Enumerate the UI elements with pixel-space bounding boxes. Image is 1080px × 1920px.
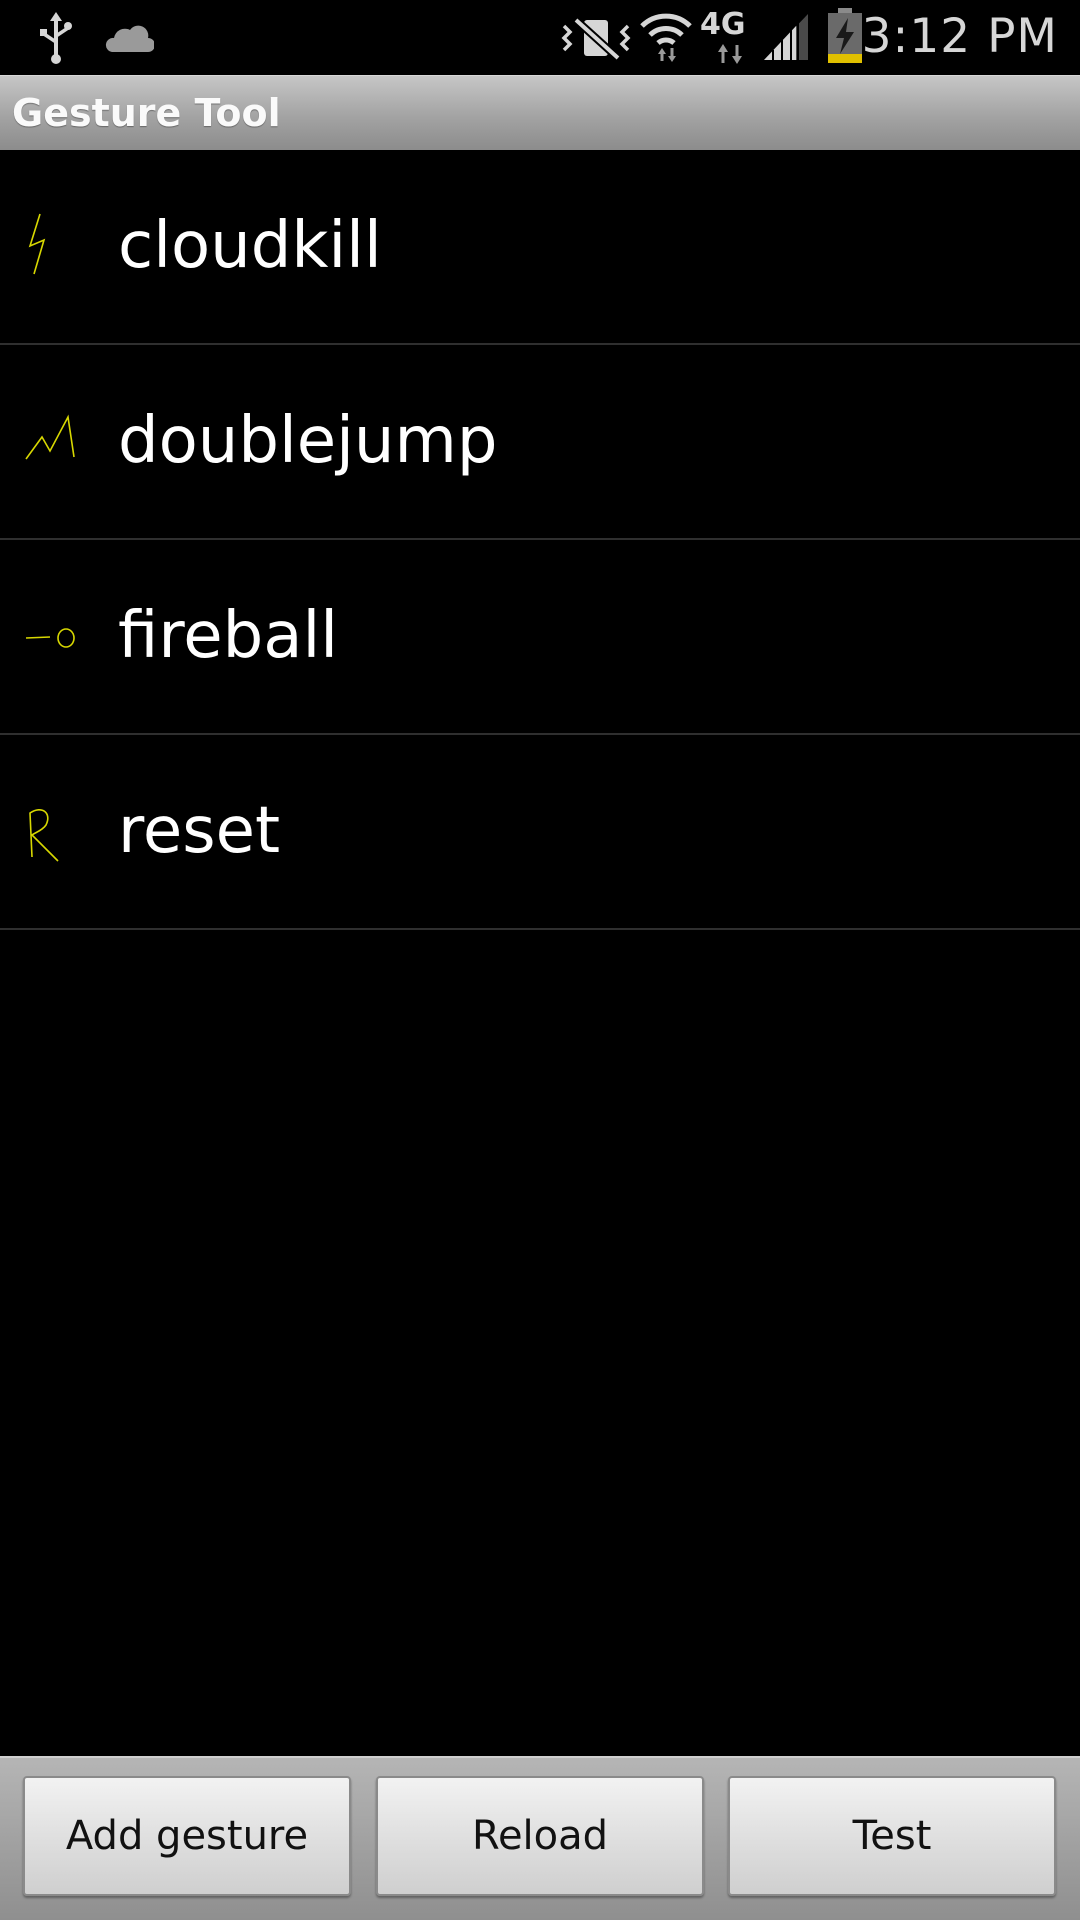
screen: 4G 3:12 PM Gesture Tool cloudkill double… [0, 0, 1080, 1920]
r-letter-gesture-icon [29, 809, 59, 862]
lightning-gesture-icon [28, 213, 46, 275]
test-button[interactable]: Test [728, 1776, 1056, 1896]
network-type-label: 4G [700, 7, 746, 42]
vibrate-mute-icon [561, 17, 631, 61]
bottom-button-bar: Add gesture Reload Test [0, 1756, 1080, 1920]
status-time: 3:12 PM [861, 9, 1058, 64]
dash-circle-gesture-icon [25, 628, 75, 648]
signal-icon [764, 14, 808, 60]
gesture-list: cloudkill doublejump fireball reset [0, 150, 1080, 930]
gesture-row-fireball[interactable]: fireball [0, 540, 1080, 735]
add-gesture-button[interactable]: Add gesture [23, 1776, 351, 1896]
reload-button[interactable]: Reload [376, 1776, 704, 1896]
gesture-name: fireball [118, 599, 338, 673]
zigzag-gesture-icon [25, 414, 75, 460]
status-bar: 4G 3:12 PM [0, 0, 1080, 75]
wifi-icon [640, 13, 692, 62]
battery-charging-icon [828, 8, 862, 63]
gesture-row-doublejump[interactable]: doublejump [0, 345, 1080, 540]
gesture-row-cloudkill[interactable]: cloudkill [0, 150, 1080, 345]
gesture-name: reset [118, 794, 281, 868]
gesture-row-reset[interactable]: reset [0, 735, 1080, 930]
gesture-name: cloudkill [118, 209, 382, 283]
app-title: Gesture Tool [12, 91, 281, 135]
title-bar: Gesture Tool [0, 75, 1080, 150]
cloud-icon [105, 25, 154, 52]
gesture-name: doublejump [118, 404, 498, 478]
usb-icon [40, 12, 72, 64]
4g-lte-icon: 4G [698, 8, 758, 66]
